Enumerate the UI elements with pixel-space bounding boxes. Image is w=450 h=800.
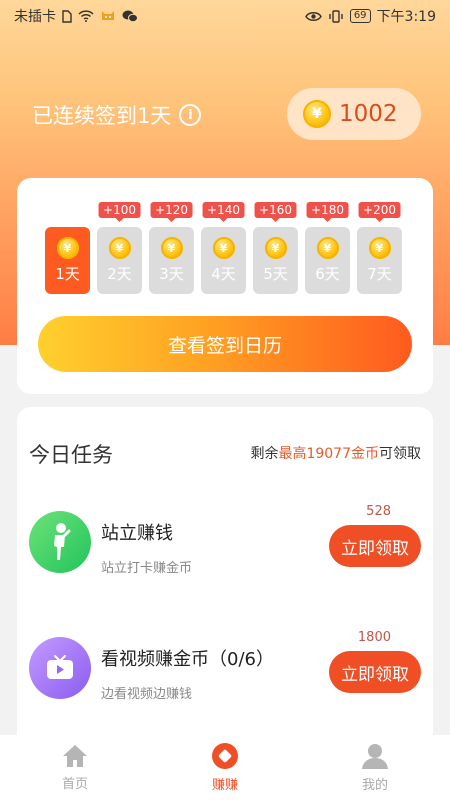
remain-prefix: 剩余 — [250, 446, 279, 462]
home-icon — [63, 745, 87, 767]
signin-streak: 已连续签到1天 i — [32, 100, 202, 130]
coin-icon: ¥ — [368, 237, 391, 259]
day-bonus-badge: +120 — [150, 202, 193, 218]
day-bonus-badge: +200 — [358, 202, 401, 218]
video-play-icon — [29, 637, 91, 699]
wechat-icon — [122, 10, 138, 23]
task-subtitle: 边看视频边赚钱 — [101, 687, 193, 702]
task-reward-amount: 1800 — [357, 630, 391, 645]
day-bonus-badge: +100 — [98, 202, 141, 218]
claim-button[interactable]: 立即领取 — [329, 651, 421, 693]
nav-item-earn[interactable]: 赚赚 — [175, 742, 275, 793]
day-label: 4天 — [211, 265, 236, 283]
task-title: 看视频赚金币（0/6） — [101, 649, 274, 670]
remaining-coins-text: 剩余最高19077金币可领取 — [250, 443, 421, 463]
remain-highlight: 最高19077金币 — [278, 446, 379, 462]
view-calendar-button[interactable]: 查看签到日历 — [38, 316, 412, 372]
streak-text: 已连续签到1天 — [32, 104, 172, 128]
day-label: 1天 — [55, 265, 80, 283]
info-icon[interactable]: i — [179, 104, 202, 126]
tasks-title: 今日任务 — [29, 443, 113, 467]
signin-day[interactable]: +160 ¥5天 — [253, 202, 298, 294]
vibrate-icon — [328, 9, 344, 23]
signin-day[interactable]: +200 ¥7天 — [357, 202, 402, 294]
day-label: 6天 — [315, 265, 340, 283]
signin-day[interactable]: +100 ¥2天 — [97, 202, 142, 294]
signin-day[interactable]: +180 ¥6天 — [305, 202, 350, 294]
clock-text: 下午3:19 — [376, 9, 436, 25]
bottom-nav: 首页 赚赚 我的 — [0, 735, 450, 800]
nav-label: 赚赚 — [211, 778, 238, 793]
coin-icon: ¥ — [56, 237, 79, 259]
status-bar-right: 69 下午3:19 — [304, 6, 436, 26]
signin-days: ¥1天 +100 ¥2天 +120 ¥3天 +140 ¥4天 +160 ¥5天 +180 ¥6天 +2… — [45, 200, 402, 294]
battery-indicator: 69 — [349, 9, 371, 23]
eye-icon — [304, 11, 322, 22]
carrier-text: 未插卡 — [14, 9, 56, 25]
day-label: 5天 — [263, 265, 288, 283]
task-reward-amount: 528 — [366, 504, 391, 519]
day-label: 3天 — [159, 265, 184, 283]
coin-icon: ¥ — [108, 237, 131, 259]
coin-icon: ¥ — [212, 237, 235, 259]
day-bonus-badge: +180 — [306, 202, 349, 218]
coin-balance[interactable]: ¥ 1002 — [287, 88, 421, 140]
status-bar: 未插卡 69 下午3:19 — [0, 0, 450, 32]
tasks-card: 今日任务 剩余最高19077金币可领取 站立赚钱 站立打卡赚金币 528 立即领… — [17, 407, 433, 747]
status-bar-left: 未插卡 — [14, 6, 138, 26]
task-item-standing: 站立赚钱 站立打卡赚金币 528 立即领取 — [29, 504, 421, 601]
task-subtitle: 站立打卡赚金币 — [101, 561, 193, 576]
signin-day[interactable]: +120 ¥3天 — [149, 202, 194, 294]
coin-icon: ¥ — [160, 237, 183, 259]
wifi-icon — [78, 10, 94, 22]
coin-balance-value: 1002 — [339, 101, 398, 127]
cat-app-icon — [100, 9, 116, 23]
remain-suffix: 可领取 — [379, 446, 421, 462]
signin-card: ¥1天 +100 ¥2天 +120 ¥3天 +140 ¥4天 +160 ¥5天 +180 ¥6天 +2… — [17, 178, 433, 394]
day-bonus-badge: +140 — [202, 202, 245, 218]
sim-icon — [62, 9, 72, 23]
nav-label: 首页 — [61, 777, 88, 792]
nav-item-me[interactable]: 我的 — [325, 742, 425, 793]
day-label: 2天 — [107, 265, 132, 283]
coin-icon: ¥ — [316, 237, 339, 259]
standing-person-icon — [29, 511, 91, 573]
day-label: 7天 — [367, 265, 392, 283]
nav-label: 我的 — [361, 778, 388, 793]
earn-icon — [212, 743, 238, 769]
user-icon — [362, 744, 388, 769]
task-item-video: 看视频赚金币（0/6） 边看视频边赚钱 1800 立即领取 — [29, 630, 421, 727]
signin-day[interactable]: ¥1天 — [45, 227, 90, 294]
coin-icon: ¥ — [264, 237, 287, 259]
nav-item-home[interactable]: 首页 — [25, 743, 125, 792]
day-bonus-badge: +160 — [254, 202, 297, 218]
signin-day[interactable]: +140 ¥4天 — [201, 202, 246, 294]
coin-icon: ¥ — [303, 100, 331, 128]
task-title: 站立赚钱 — [101, 523, 173, 544]
claim-button[interactable]: 立即领取 — [329, 525, 421, 567]
